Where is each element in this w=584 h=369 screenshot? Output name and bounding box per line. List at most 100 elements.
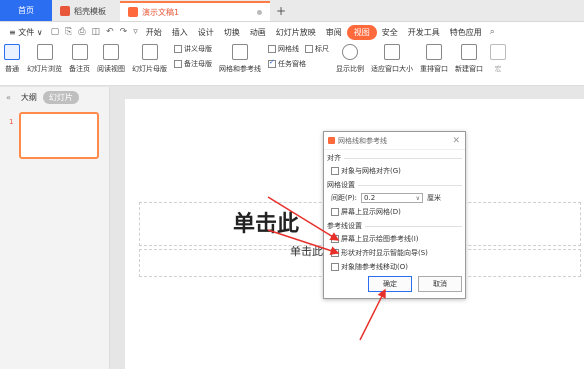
export-pdf-icon[interactable]: ⎘ — [62, 27, 75, 37]
slide-master-icon — [141, 44, 158, 60]
subtitle-placeholder-text: 单击此 — [290, 245, 323, 258]
slide-master-button[interactable]: 幻灯片母版 — [132, 44, 167, 74]
normal-view-button[interactable]: 普通 — [4, 44, 20, 74]
menu-transition[interactable]: 切换 — [219, 27, 245, 38]
cancel-button[interactable]: 取消 — [418, 276, 462, 292]
save-icon[interactable]: ▢ — [48, 27, 63, 37]
outline-tab[interactable]: 大纲 — [21, 92, 37, 103]
snap-to-grid-checkbox[interactable] — [331, 167, 339, 175]
macro-label: 宏 — [494, 65, 502, 73]
snap-to-grid-option[interactable]: 对象与网格对齐(G) — [324, 163, 465, 177]
zoom-label: 显示比例 — [336, 65, 364, 73]
move-with-guides-option[interactable]: 对象随参考线移动(O) — [324, 259, 465, 273]
snap-to-grid-label: 对象与网格对齐(G) — [341, 167, 401, 175]
section-guides: 参考线设置 — [324, 218, 465, 231]
grid-guides-button[interactable]: 网格和参考线 — [219, 44, 261, 74]
menu-design[interactable]: 设计 — [193, 27, 219, 38]
move-with-guides-label: 对象随参考线移动(O) — [341, 263, 408, 271]
show-guides-label: 屏幕上显示绘图参考线(I) — [341, 235, 419, 243]
fit-window-button[interactable]: 适应窗口大小 — [371, 44, 413, 74]
dialog-title: 网格线和参考线 — [338, 136, 387, 145]
master-group: 讲义母版 备注母版 — [174, 44, 212, 74]
menu-start[interactable]: 开始 — [141, 27, 167, 38]
grid-guides-dialog: 网格线和参考线 ✕ 对齐 对象与网格对齐(G) 网格设置 间距(P): 0.2 ∨… — [323, 131, 466, 299]
slide-sorter-label: 幻灯片浏览 — [27, 65, 62, 73]
menu-slideshow[interactable]: 幻灯片放映 — [271, 27, 321, 38]
menu-animation[interactable]: 动画 — [245, 27, 271, 38]
section-grid: 网格设置 — [324, 177, 465, 190]
show-group: 网格线 标尺 任务窗格 — [268, 44, 329, 74]
redo-icon[interactable]: ↷ — [117, 27, 131, 37]
file-menu[interactable]: ≡ 文件 ∨ — [4, 27, 48, 38]
reading-view-button[interactable]: 阅读视图 — [97, 44, 125, 74]
new-window-button[interactable]: 新建窗口 — [455, 44, 483, 74]
dialog-titlebar: 网格线和参考线 ✕ — [324, 132, 465, 150]
ruler-label: 标尺 — [315, 45, 329, 53]
handout-master-button[interactable]: 讲义母版 — [174, 44, 212, 54]
menu-security[interactable]: 安全 — [377, 27, 403, 38]
handout-master-icon — [174, 45, 182, 53]
menu-features[interactable]: 特色应用 — [445, 27, 487, 38]
notes-page-label: 备注页 — [69, 65, 90, 73]
new-tab-button[interactable]: + — [270, 1, 292, 21]
chevron-down-icon: ∨ — [415, 194, 421, 202]
tab-presentation[interactable]: 演示文稿1 — [120, 1, 270, 21]
gridlines-label: 网格线 — [278, 45, 299, 53]
slides-tab[interactable]: 幻灯片 — [42, 90, 79, 104]
zoom-button[interactable]: 显示比例 — [336, 44, 364, 74]
spacing-select[interactable]: 0.2 ∨ — [361, 193, 424, 203]
menu-insert[interactable]: 插入 — [167, 27, 193, 38]
slide-sorter-button[interactable]: 幻灯片浏览 — [27, 44, 62, 74]
smart-guides-option[interactable]: 形状对齐时显示智能向导(S) — [324, 245, 465, 259]
move-with-guides-checkbox[interactable] — [331, 263, 339, 271]
notes-page-button[interactable]: 备注页 — [69, 44, 90, 74]
spacing-label: 间距(P): — [331, 194, 358, 202]
dialog-app-icon — [328, 137, 335, 144]
task-pane-label: 任务窗格 — [278, 60, 306, 68]
undo-icon[interactable]: ↶ — [103, 27, 117, 37]
collapse-panel-icon[interactable]: « — [6, 93, 11, 102]
arrange-window-label: 重排窗口 — [420, 65, 448, 73]
menu-review[interactable]: 审阅 — [321, 27, 347, 38]
quick-access-dropdown-icon[interactable]: ▿ — [130, 27, 141, 37]
close-icon[interactable]: ✕ — [452, 136, 460, 146]
show-guides-checkbox[interactable] — [331, 233, 339, 243]
print-icon[interactable]: ⎙ — [75, 27, 88, 37]
smart-guides-checkbox[interactable] — [331, 247, 339, 257]
menu-bar: ≡ 文件 ∨ ▢ ⎘ ⎙ ◫ ↶ ↷ ▿ 开始 插入 设计 切换 动画 幻灯片放… — [0, 22, 584, 42]
notes-master-button[interactable]: 备注母版 — [174, 59, 212, 69]
macro-button[interactable]: 宏 — [490, 44, 506, 74]
arrange-window-button[interactable]: 重排窗口 — [420, 44, 448, 74]
search-icon[interactable]: ⌕ — [487, 27, 498, 37]
tab-docer-templates[interactable]: 稻壳模板 — [52, 1, 120, 21]
menu-view[interactable]: 视图 — [346, 24, 377, 40]
spacing-unit: 厘米 — [427, 194, 442, 202]
show-grid-option[interactable]: 屏幕上显示网格(D) — [324, 204, 465, 218]
gridlines-checkbox[interactable] — [268, 45, 276, 53]
section-snap: 对齐 — [324, 150, 465, 163]
notes-master-label: 备注母版 — [184, 60, 212, 68]
show-grid-checkbox[interactable] — [331, 208, 339, 216]
view-ribbon: 普通 幻灯片浏览 备注页 阅读视图 幻灯片母版 讲义母版 备注母版 网格和参考线… — [0, 42, 584, 86]
grid-guides-label: 网格和参考线 — [219, 65, 261, 73]
normal-view-icon — [4, 44, 20, 60]
title-placeholder-text: 单击此 — [233, 212, 300, 237]
menu-developer[interactable]: 开发工具 — [403, 27, 445, 38]
normal-view-label: 普通 — [5, 65, 19, 73]
ruler-checkbox[interactable] — [305, 45, 313, 53]
ok-button[interactable]: 确定 — [368, 276, 412, 292]
fit-window-icon — [384, 44, 400, 60]
preview-icon[interactable]: ◫ — [89, 27, 104, 37]
tab-presentation-label: 演示文稿1 — [142, 7, 180, 17]
smart-guides-label: 形状对齐时显示智能向导(S) — [341, 249, 428, 257]
new-window-label: 新建窗口 — [455, 65, 483, 73]
handout-master-label: 讲义母版 — [184, 45, 212, 53]
tab-bar: 首页 稻壳模板 演示文稿1 + — [0, 0, 584, 22]
spacing-row: 间距(P): 0.2 ∨ 厘米 — [324, 190, 465, 204]
tab-home[interactable]: 首页 — [0, 0, 52, 21]
notes-page-icon — [71, 44, 88, 60]
task-pane-checkbox[interactable] — [268, 58, 276, 68]
slide-thumbnail[interactable] — [19, 112, 99, 159]
macro-icon — [490, 44, 506, 60]
show-guides-option[interactable]: 屏幕上显示绘图参考线(I) — [324, 231, 465, 245]
